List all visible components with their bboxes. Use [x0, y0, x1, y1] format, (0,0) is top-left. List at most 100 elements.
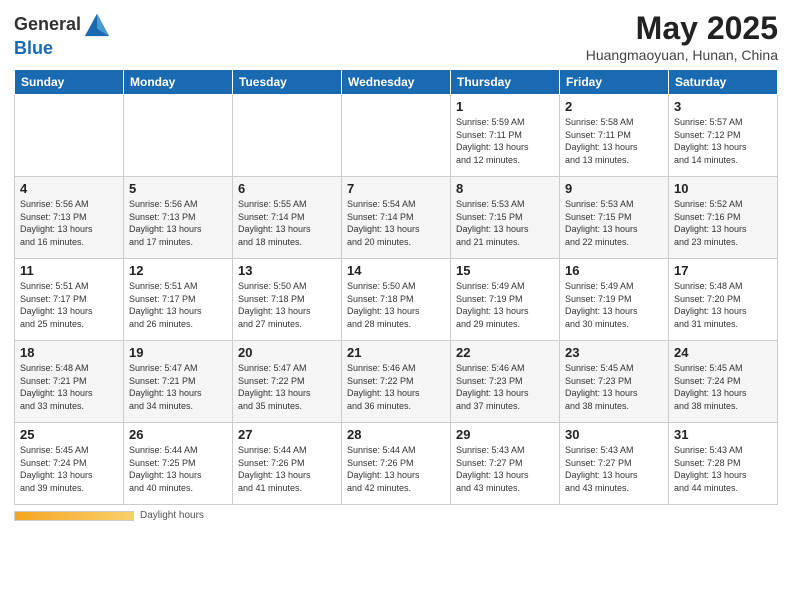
day-number: 2	[565, 99, 663, 114]
main-title: May 2025	[586, 10, 778, 47]
day-number: 31	[674, 427, 772, 442]
day-info: Sunrise: 5:57 AM Sunset: 7:12 PM Dayligh…	[674, 116, 772, 166]
day-info: Sunrise: 5:46 AM Sunset: 7:22 PM Dayligh…	[347, 362, 445, 412]
calendar-header: SundayMondayTuesdayWednesdayThursdayFrid…	[15, 70, 778, 95]
day-cell: 18 Sunrise: 5:48 AM Sunset: 7:21 PM Dayli…	[15, 341, 124, 423]
day-info: Sunrise: 5:47 AM Sunset: 7:22 PM Dayligh…	[238, 362, 336, 412]
day-number: 28	[347, 427, 445, 442]
day-cell: 27Sunrise: 5:44 AM Sunset: 7:26 PM Dayli…	[233, 423, 342, 505]
day-cell: 16 Sunrise: 5:49 AM Sunset: 7:19 PM Dayli…	[560, 259, 669, 341]
day-info: Sunrise: 5:43 AM Sunset: 7:28 PM Dayligh…	[674, 444, 772, 494]
day-info: Sunrise: 5:50 AM Sunset: 7:18 PM Dayligh…	[238, 280, 336, 330]
day-cell: 7 Sunrise: 5:54 AM Sunset: 7:14 PM Daylig…	[342, 177, 451, 259]
day-cell: 9 Sunrise: 5:53 AM Sunset: 7:15 PM Daylig…	[560, 177, 669, 259]
header: General Blue May 2025 Huangmaoyuan, Huna…	[14, 10, 778, 63]
day-cell: 23 Sunrise: 5:45 AM Sunset: 7:23 PM Dayli…	[560, 341, 669, 423]
logo-blue-text: Blue	[14, 38, 53, 58]
week-row-5: 25 Sunrise: 5:45 AM Sunset: 7:24 PM Dayli…	[15, 423, 778, 505]
day-number: 7	[347, 181, 445, 196]
day-info: Sunrise: 5:43 AM Sunset: 7:27 PM Dayligh…	[456, 444, 554, 494]
day-cell	[342, 95, 451, 177]
day-cell: 31 Sunrise: 5:43 AM Sunset: 7:28 PM Dayli…	[669, 423, 778, 505]
day-info: Sunrise: 5:44 AM Sunset: 7:26 PM Dayligh…	[238, 444, 336, 494]
logo: General Blue	[14, 10, 111, 59]
day-cell: 22 Sunrise: 5:46 AM Sunset: 7:23 PM Dayli…	[451, 341, 560, 423]
day-number: 3	[674, 99, 772, 114]
day-info: Sunrise: 5:49 AM Sunset: 7:19 PM Dayligh…	[565, 280, 663, 330]
header-cell-wednesday: Wednesday	[342, 70, 451, 95]
week-row-2: 4 Sunrise: 5:56 AM Sunset: 7:13 PM Daylig…	[15, 177, 778, 259]
day-info: Sunrise: 5:53 AM Sunset: 7:15 PM Dayligh…	[456, 198, 554, 248]
day-cell: 14Sunrise: 5:50 AM Sunset: 7:18 PM Dayli…	[342, 259, 451, 341]
day-number: 29	[456, 427, 554, 442]
day-cell: 5 Sunrise: 5:56 AM Sunset: 7:13 PM Daylig…	[124, 177, 233, 259]
header-cell-friday: Friday	[560, 70, 669, 95]
page: General Blue May 2025 Huangmaoyuan, Huna…	[0, 0, 792, 612]
day-number: 15	[456, 263, 554, 278]
day-number: 18	[20, 345, 118, 360]
day-number: 11	[20, 263, 118, 278]
footer: Daylight hours	[14, 510, 778, 521]
day-info: Sunrise: 5:44 AM Sunset: 7:25 PM Dayligh…	[129, 444, 227, 494]
day-number: 16	[565, 263, 663, 278]
day-info: Sunrise: 5:51 AM Sunset: 7:17 PM Dayligh…	[129, 280, 227, 330]
day-number: 21	[347, 345, 445, 360]
day-info: Sunrise: 5:59 AM Sunset: 7:11 PM Dayligh…	[456, 116, 554, 166]
day-number: 5	[129, 181, 227, 196]
day-cell: 25 Sunrise: 5:45 AM Sunset: 7:24 PM Dayli…	[15, 423, 124, 505]
day-cell: 1 Sunrise: 5:59 AM Sunset: 7:11 PM Daylig…	[451, 95, 560, 177]
day-info: Sunrise: 5:46 AM Sunset: 7:23 PM Dayligh…	[456, 362, 554, 412]
week-row-4: 18 Sunrise: 5:48 AM Sunset: 7:21 PM Dayli…	[15, 341, 778, 423]
header-cell-monday: Monday	[124, 70, 233, 95]
day-info: Sunrise: 5:48 AM Sunset: 7:20 PM Dayligh…	[674, 280, 772, 330]
day-number: 25	[20, 427, 118, 442]
day-cell: 6Sunrise: 5:55 AM Sunset: 7:14 PM Daylig…	[233, 177, 342, 259]
header-row: SundayMondayTuesdayWednesdayThursdayFrid…	[15, 70, 778, 95]
day-number: 26	[129, 427, 227, 442]
day-number: 23	[565, 345, 663, 360]
day-number: 20	[238, 345, 336, 360]
day-info: Sunrise: 5:49 AM Sunset: 7:19 PM Dayligh…	[456, 280, 554, 330]
day-info: Sunrise: 5:48 AM Sunset: 7:21 PM Dayligh…	[20, 362, 118, 412]
day-info: Sunrise: 5:54 AM Sunset: 7:14 PM Dayligh…	[347, 198, 445, 248]
day-cell: 13 Sunrise: 5:50 AM Sunset: 7:18 PM Dayli…	[233, 259, 342, 341]
header-cell-saturday: Saturday	[669, 70, 778, 95]
day-number: 30	[565, 427, 663, 442]
day-cell: 12 Sunrise: 5:51 AM Sunset: 7:17 PM Dayli…	[124, 259, 233, 341]
day-info: Sunrise: 5:47 AM Sunset: 7:21 PM Dayligh…	[129, 362, 227, 412]
logo-general-text: General	[14, 14, 81, 35]
day-info: Sunrise: 5:50 AM Sunset: 7:18 PM Dayligh…	[347, 280, 445, 330]
day-info: Sunrise: 5:56 AM Sunset: 7:13 PM Dayligh…	[20, 198, 118, 248]
week-row-3: 11 Sunrise: 5:51 AM Sunset: 7:17 PM Dayli…	[15, 259, 778, 341]
day-number: 22	[456, 345, 554, 360]
day-info: Sunrise: 5:53 AM Sunset: 7:15 PM Dayligh…	[565, 198, 663, 248]
day-number: 13	[238, 263, 336, 278]
week-row-1: 1 Sunrise: 5:59 AM Sunset: 7:11 PM Daylig…	[15, 95, 778, 177]
day-number: 4	[20, 181, 118, 196]
day-cell	[15, 95, 124, 177]
footer-row: Daylight hours	[14, 510, 778, 521]
day-cell	[233, 95, 342, 177]
day-info: Sunrise: 5:45 AM Sunset: 7:23 PM Dayligh…	[565, 362, 663, 412]
day-cell: 8Sunrise: 5:53 AM Sunset: 7:15 PM Daylig…	[451, 177, 560, 259]
calendar: SundayMondayTuesdayWednesdayThursdayFrid…	[14, 69, 778, 505]
header-cell-sunday: Sunday	[15, 70, 124, 95]
day-info: Sunrise: 5:56 AM Sunset: 7:13 PM Dayligh…	[129, 198, 227, 248]
day-cell: 30 Sunrise: 5:43 AM Sunset: 7:27 PM Dayli…	[560, 423, 669, 505]
day-cell: 21 Sunrise: 5:46 AM Sunset: 7:22 PM Dayli…	[342, 341, 451, 423]
header-cell-tuesday: Tuesday	[233, 70, 342, 95]
day-cell: 11Sunrise: 5:51 AM Sunset: 7:17 PM Dayli…	[15, 259, 124, 341]
day-info: Sunrise: 5:45 AM Sunset: 7:24 PM Dayligh…	[20, 444, 118, 494]
day-info: Sunrise: 5:43 AM Sunset: 7:27 PM Dayligh…	[565, 444, 663, 494]
day-number: 24	[674, 345, 772, 360]
day-cell: 26 Sunrise: 5:44 AM Sunset: 7:25 PM Dayli…	[124, 423, 233, 505]
day-number: 12	[129, 263, 227, 278]
day-number: 10	[674, 181, 772, 196]
day-cell: 20 Sunrise: 5:47 AM Sunset: 7:22 PM Dayli…	[233, 341, 342, 423]
calendar-body: 1 Sunrise: 5:59 AM Sunset: 7:11 PM Daylig…	[15, 95, 778, 505]
day-number: 1	[456, 99, 554, 114]
header-cell-thursday: Thursday	[451, 70, 560, 95]
subtitle: Huangmaoyuan, Hunan, China	[586, 47, 778, 63]
day-number: 9	[565, 181, 663, 196]
title-block: May 2025 Huangmaoyuan, Hunan, China	[586, 10, 778, 63]
